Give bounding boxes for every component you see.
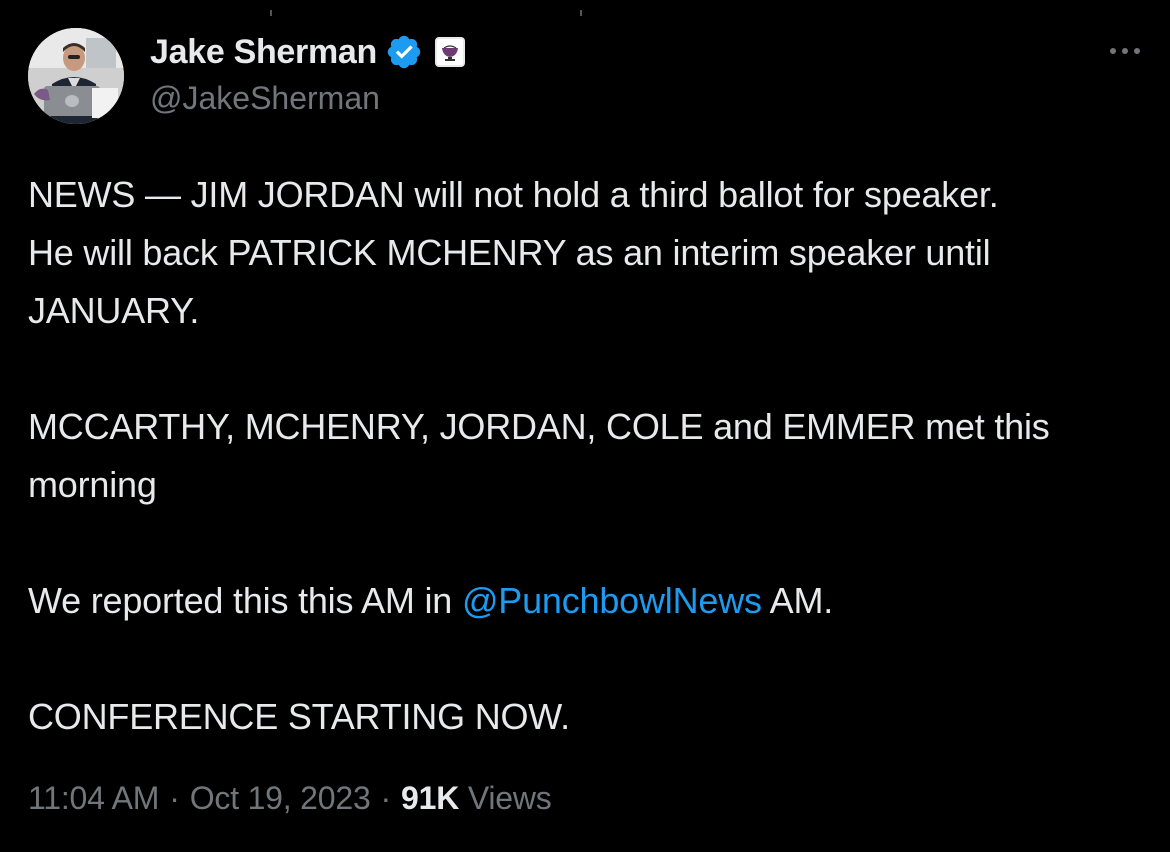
more-options-icon[interactable] <box>1100 36 1150 66</box>
tweet-text-segment: We reported this this AM in <box>28 580 462 621</box>
tweet-line: morning <box>28 464 157 505</box>
views-label: Views <box>467 780 552 816</box>
verified-badge-icon[interactable] <box>385 33 423 71</box>
tweet-line: JANUARY. <box>28 290 200 331</box>
tweet-line-mention: We reported this this AM in @PunchbowlNe… <box>28 572 1153 630</box>
views-count[interactable]: 91K <box>401 780 459 816</box>
tweet-text: NEWS — JIM JORDAN will not hold a third … <box>28 166 1153 746</box>
tweet-line: MCCARTHY, MCHENRY, JORDAN, COLE and EMME… <box>28 406 1050 447</box>
author-name-row: Jake Sherman <box>150 30 465 74</box>
top-divider-marks <box>270 10 590 18</box>
tweet-line: He will back PATRICK MCHENRY as an inter… <box>28 232 991 273</box>
separator-dot: · <box>169 780 180 816</box>
punchbowl-news-mention-link[interactable]: @PunchbowlNews <box>462 580 762 621</box>
tweet-text-segment: AM. <box>761 580 834 621</box>
punchbowl-affiliate-icon[interactable] <box>434 37 465 67</box>
separator-dot: · <box>380 780 392 816</box>
tweet-line: CONFERENCE STARTING NOW. <box>28 696 570 737</box>
author-display-name[interactable]: Jake Sherman <box>150 33 377 72</box>
tweet-line: NEWS — JIM JORDAN will not hold a third … <box>28 174 999 215</box>
punchbowl-logo-icon <box>441 45 458 61</box>
tweet-date[interactable]: Oct 19, 2023 <box>190 780 371 816</box>
avatar[interactable] <box>28 28 124 124</box>
tweet-time[interactable]: 11:04 AM <box>28 780 159 816</box>
tweet-card: Jake Sherman @JakeSherman NEWS — JIM JOR… <box>0 0 1170 852</box>
author-handle[interactable]: @JakeSherman <box>150 80 380 117</box>
avatar-photo <box>28 28 124 124</box>
tweet-metadata: 11:04 AM · Oct 19, 2023 · 91K Views <box>28 780 552 817</box>
